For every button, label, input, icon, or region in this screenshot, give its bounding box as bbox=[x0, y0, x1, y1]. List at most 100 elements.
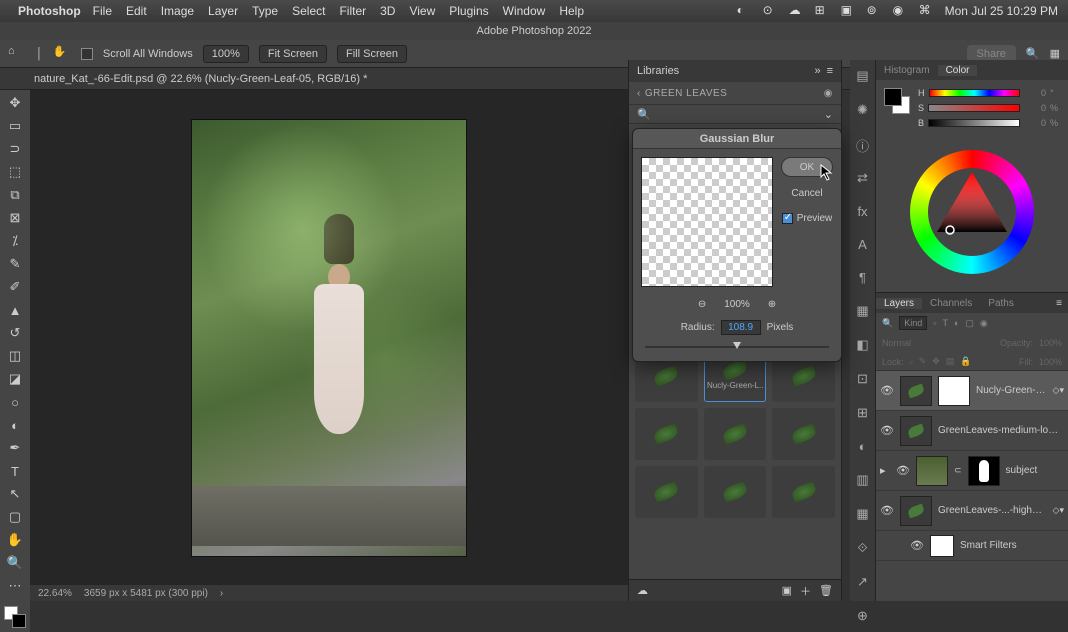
crop-tool-icon[interactable]: ⧉ bbox=[5, 186, 25, 204]
menubar-status-icon[interactable]: ☁ bbox=[789, 3, 805, 19]
menu-help[interactable]: Help bbox=[559, 4, 584, 18]
type-tool-icon[interactable]: T bbox=[5, 462, 25, 480]
collapse-icon[interactable]: » bbox=[814, 65, 820, 77]
smart-filters-row[interactable]: 👁 Smart Filters bbox=[876, 531, 1068, 561]
home-icon[interactable]: ⌂ bbox=[8, 45, 26, 63]
status-zoom[interactable]: 22.64% bbox=[38, 588, 72, 599]
zoom-tool-icon[interactable]: 🔍 bbox=[5, 554, 25, 572]
visibility-icon[interactable]: 👁 bbox=[880, 424, 894, 437]
color-wheel[interactable] bbox=[876, 136, 1068, 292]
fill-value[interactable]: 100% bbox=[1039, 357, 1062, 367]
dock-icon[interactable]: fx bbox=[855, 204, 871, 219]
layer-name[interactable]: subject bbox=[1006, 465, 1064, 476]
layer-thumbnail[interactable] bbox=[900, 376, 932, 406]
heal-tool-icon[interactable]: ✎ bbox=[5, 255, 25, 273]
filter-icon[interactable]: ◉ bbox=[980, 318, 988, 329]
cancel-button[interactable]: Cancel bbox=[781, 183, 833, 203]
folder-icon[interactable]: ▣ bbox=[782, 584, 792, 597]
stamp-tool-icon[interactable]: ▲ bbox=[5, 301, 25, 319]
layer-row[interactable]: 👁 GreenLeaves-medium-lowDens-9 bbox=[876, 411, 1068, 451]
dock-icon[interactable]: ⊕ bbox=[855, 608, 871, 624]
cloud-sync-icon[interactable]: ☁ bbox=[637, 584, 648, 597]
tab-histogram[interactable]: Histogram bbox=[876, 65, 938, 76]
tab-channels[interactable]: Channels bbox=[922, 298, 980, 309]
layer-row[interactable]: ▸ 👁 ⊂ subject bbox=[876, 451, 1068, 491]
path-tool-icon[interactable]: ↖ bbox=[5, 485, 25, 503]
filter-icon[interactable]: ◐ bbox=[954, 318, 959, 328]
library-item[interactable] bbox=[772, 408, 835, 460]
ok-button[interactable]: OK bbox=[781, 157, 833, 177]
lock-icon[interactable]: ▫ bbox=[910, 357, 913, 367]
user-icon[interactable]: ◉ bbox=[824, 88, 833, 99]
workspace-icon[interactable]: ▦ bbox=[1050, 47, 1060, 60]
fill-screen-button[interactable]: Fill Screen bbox=[337, 45, 407, 63]
radius-input[interactable] bbox=[721, 320, 761, 335]
menu-window[interactable]: Window bbox=[503, 4, 546, 18]
visibility-icon[interactable]: 👁 bbox=[880, 504, 894, 517]
smart-filter-thumbnail[interactable] bbox=[930, 535, 954, 557]
menu-layer[interactable]: Layer bbox=[208, 4, 238, 18]
lasso-tool-icon[interactable]: ⊃ bbox=[5, 140, 25, 158]
dock-icon[interactable]: ¶ bbox=[855, 270, 871, 285]
status-arrow-icon[interactable]: › bbox=[220, 588, 223, 599]
layer-thumbnail[interactable] bbox=[916, 456, 948, 486]
menu-image[interactable]: Image bbox=[161, 4, 194, 18]
zoom-in-icon[interactable]: ⊕ bbox=[768, 299, 776, 310]
menubar-status-icon[interactable]: ▣ bbox=[841, 3, 857, 19]
dock-icon[interactable]: A bbox=[855, 237, 871, 252]
blur-tool-icon[interactable]: ○ bbox=[5, 393, 25, 411]
search-icon[interactable]: 🔍 bbox=[637, 108, 651, 121]
filter-icon[interactable]: ▫ bbox=[933, 318, 936, 328]
link-icon[interactable]: ⊂ bbox=[954, 465, 962, 476]
menu-3d[interactable]: 3D bbox=[380, 4, 395, 18]
visibility-icon[interactable]: 👁 bbox=[910, 539, 924, 552]
menu-type[interactable]: Type bbox=[252, 4, 278, 18]
visibility-icon[interactable]: 👁 bbox=[880, 384, 894, 397]
lock-icon[interactable]: ✎ bbox=[919, 356, 927, 367]
dock-icon[interactable]: ⇄ bbox=[855, 170, 871, 186]
panel-menu-icon[interactable]: ≡ bbox=[827, 65, 833, 77]
history-brush-icon[interactable]: ↺ bbox=[5, 324, 25, 342]
visibility-icon[interactable]: 👁 bbox=[896, 464, 910, 477]
add-icon[interactable]: ＋ bbox=[800, 583, 811, 599]
menubar-wifi-icon[interactable]: ⊚ bbox=[867, 3, 883, 19]
menu-file[interactable]: File bbox=[93, 4, 112, 18]
menu-select[interactable]: Select bbox=[292, 4, 325, 18]
eyedropper-tool-icon[interactable]: ⁒ bbox=[5, 232, 25, 250]
layer-name[interactable]: GreenLeaves-...-highDens-2 bbox=[938, 505, 1047, 516]
menubar-status-icon[interactable]: ⌘ bbox=[919, 3, 935, 19]
menu-view[interactable]: View bbox=[409, 4, 435, 18]
menubar-status-icon[interactable]: ◐ bbox=[737, 3, 753, 19]
shape-tool-icon[interactable]: ▢ bbox=[5, 508, 25, 526]
back-icon[interactable]: ‹ bbox=[637, 88, 641, 99]
dock-icon[interactable]: ⊡ bbox=[855, 371, 871, 387]
move-tool-icon[interactable]: ✥ bbox=[5, 94, 25, 112]
opacity-value[interactable]: 100% bbox=[1039, 338, 1062, 348]
menu-edit[interactable]: Edit bbox=[126, 4, 147, 18]
menu-plugins[interactable]: Plugins bbox=[449, 4, 488, 18]
layer-row[interactable]: 👁 GreenLeaves-...-highDens-2 ◇▾ bbox=[876, 491, 1068, 531]
dock-icon[interactable]: ▦ bbox=[855, 506, 871, 522]
fit-screen-button[interactable]: Fit Screen bbox=[259, 45, 327, 63]
kind-filter[interactable]: Kind bbox=[899, 316, 927, 330]
color-swatch[interactable] bbox=[4, 606, 26, 628]
panel-menu-icon[interactable]: ≡ bbox=[1056, 298, 1068, 309]
library-item[interactable] bbox=[772, 466, 835, 518]
lock-icon[interactable]: 🔒 bbox=[960, 356, 971, 367]
library-item[interactable] bbox=[635, 408, 698, 460]
dodge-tool-icon[interactable]: ◐ bbox=[5, 416, 25, 434]
dock-icon[interactable]: ⟐ bbox=[855, 540, 871, 556]
hand-tool-icon[interactable]: ✋ bbox=[5, 531, 25, 549]
preview-checkbox[interactable] bbox=[782, 213, 793, 224]
search-icon[interactable]: 🔍 bbox=[1026, 47, 1040, 60]
menu-filter[interactable]: Filter bbox=[339, 4, 366, 18]
menubar-status-icon[interactable]: ⊙ bbox=[763, 3, 779, 19]
layer-row[interactable]: 👁 Nucly-Green-Leaf-05 ◇▾ bbox=[876, 371, 1068, 411]
pen-tool-icon[interactable]: ✒ bbox=[5, 439, 25, 457]
sat-value[interactable]: 0 bbox=[1024, 103, 1046, 113]
dock-icon[interactable]: ✺ bbox=[855, 102, 871, 118]
zoom-field[interactable]: 100% bbox=[203, 45, 249, 63]
trash-icon[interactable]: 🗑 bbox=[819, 584, 833, 597]
hue-value[interactable]: 0 bbox=[1024, 88, 1046, 98]
frame-tool-icon[interactable]: ⊠ bbox=[5, 209, 25, 227]
